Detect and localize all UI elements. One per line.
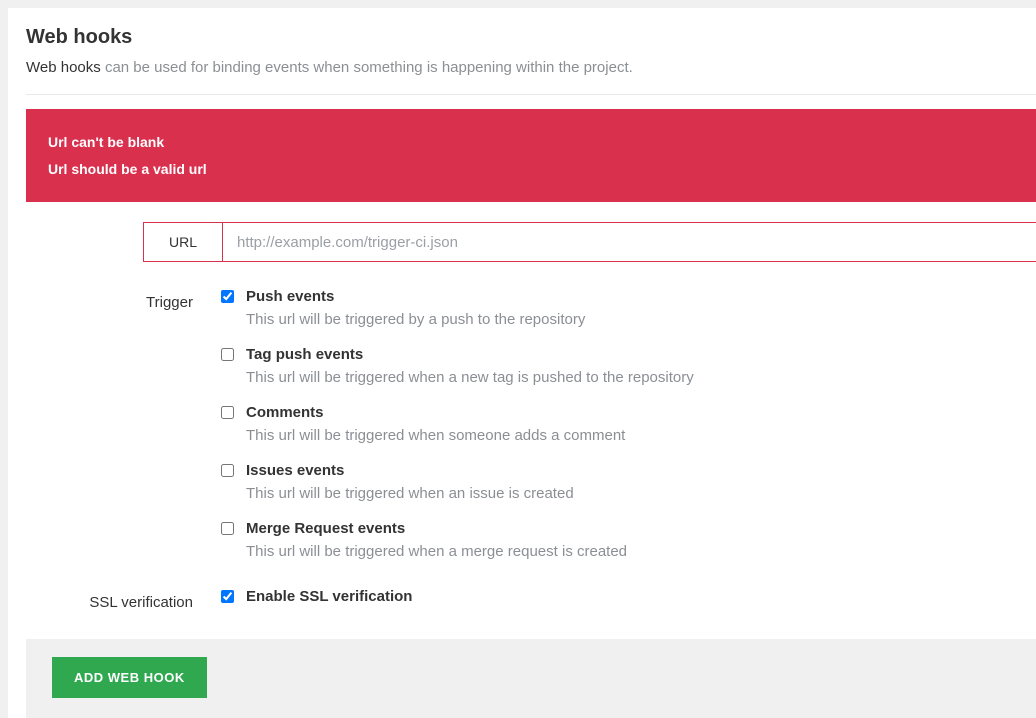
- trigger-checkbox-issues-events[interactable]: [221, 464, 234, 477]
- trigger-item-push-events: Push events This url will be triggered b…: [221, 288, 1036, 328]
- trigger-item-issues-events: Issues events This url will be triggered…: [221, 462, 1036, 502]
- ssl-label: SSL verification: [26, 588, 221, 611]
- trigger-desc: This url will be triggered when a merge …: [246, 543, 1036, 560]
- trigger-checkbox-comments[interactable]: [221, 406, 234, 419]
- divider: [26, 94, 1036, 95]
- desc-lead: Web hooks: [26, 59, 105, 76]
- add-webhook-button[interactable]: ADD WEB HOOK: [52, 657, 207, 698]
- trigger-desc: This url will be triggered when an issue…: [246, 485, 1036, 502]
- url-input[interactable]: [222, 222, 1036, 262]
- trigger-label: Trigger: [26, 288, 221, 311]
- trigger-title: Tag push events: [246, 346, 363, 363]
- error-line: Url should be a valid url: [48, 156, 1014, 183]
- desc-rest: can be used for binding events when some…: [105, 59, 633, 76]
- trigger-row: Trigger Push events This url will be tri…: [26, 288, 1036, 560]
- trigger-desc: This url will be triggered by a push to …: [246, 311, 1036, 328]
- submit-zone: ADD WEB HOOK: [26, 639, 1036, 718]
- trigger-item-merge-request-events: Merge Request events This url will be tr…: [221, 520, 1036, 560]
- trigger-checkbox-tag-push-events[interactable]: [221, 348, 234, 361]
- page-description: Web hooks can be used for binding events…: [26, 59, 1036, 76]
- panel-header: Web hooks Web hooks can be used for bind…: [26, 26, 1036, 76]
- trigger-title: Merge Request events: [246, 520, 405, 537]
- ssl-item: Enable SSL verification: [221, 588, 1036, 605]
- trigger-title: Push events: [246, 288, 334, 305]
- trigger-desc: This url will be triggered when someone …: [246, 427, 1036, 444]
- trigger-item-comments: Comments This url will be triggered when…: [221, 404, 1036, 444]
- ssl-checkbox[interactable]: [221, 590, 234, 603]
- trigger-title: Issues events: [246, 462, 344, 479]
- ssl-row: SSL verification Enable SSL verification: [26, 588, 1036, 611]
- url-field-row: URL: [26, 222, 1036, 262]
- error-alert: Url can't be blank Url should be a valid…: [26, 109, 1036, 202]
- trigger-checkbox-merge-request-events[interactable]: [221, 522, 234, 535]
- url-label: URL: [143, 222, 222, 262]
- page-title: Web hooks: [26, 26, 1036, 49]
- trigger-title: Comments: [246, 404, 324, 421]
- error-line: Url can't be blank: [48, 129, 1014, 156]
- ssl-title: Enable SSL verification: [246, 588, 412, 605]
- trigger-item-tag-push-events: Tag push events This url will be trigger…: [221, 346, 1036, 386]
- trigger-desc: This url will be triggered when a new ta…: [246, 369, 1036, 386]
- trigger-checkbox-push-events[interactable]: [221, 290, 234, 303]
